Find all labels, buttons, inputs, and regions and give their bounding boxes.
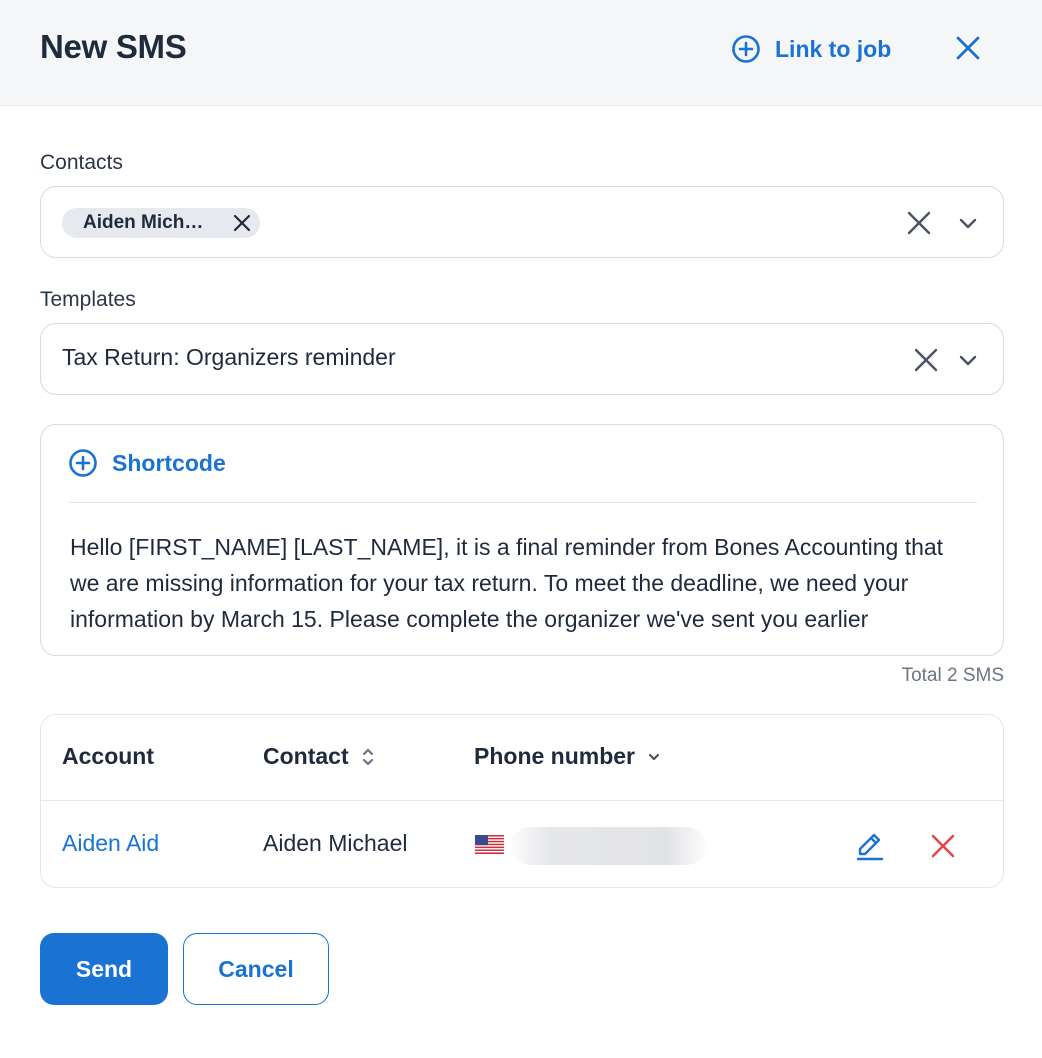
account-link[interactable]: Aiden Aid: [62, 830, 159, 857]
link-to-job-label: Link to job: [775, 35, 892, 62]
page-title: New SMS: [40, 28, 187, 65]
templates-label: Templates: [40, 288, 136, 311]
column-header-phone[interactable]: Phone number: [474, 743, 661, 770]
sort-icon[interactable]: [361, 746, 375, 768]
recipients-table: Account Contact Phone number Aiden Aid A…: [40, 714, 1004, 888]
templates-select[interactable]: Tax Return: Organizers reminder: [40, 323, 1004, 395]
edit-icon[interactable]: [854, 830, 886, 862]
clear-icon[interactable]: [906, 210, 932, 236]
link-to-job-button[interactable]: Link to job: [731, 32, 891, 66]
plus-circle-icon: [69, 449, 97, 477]
plus-circle-icon: [732, 35, 760, 63]
table-header: Account Contact Phone number: [41, 715, 1003, 801]
contact-chip: Aiden Mich…: [62, 208, 260, 238]
column-header-label: Phone number: [474, 743, 636, 769]
message-textarea[interactable]: Hello [FIRST_NAME] [LAST_NAME], it is a …: [70, 529, 970, 637]
column-header-label: Contact: [263, 743, 349, 769]
message-editor[interactable]: Shortcode Hello [FIRST_NAME] [LAST_NAME]…: [40, 424, 1004, 656]
chip-remove-icon[interactable]: [232, 213, 252, 233]
cancel-button[interactable]: Cancel: [183, 933, 329, 1005]
clear-icon[interactable]: [913, 347, 939, 373]
column-header-label: Account: [62, 743, 154, 769]
remove-icon[interactable]: [929, 832, 957, 860]
chevron-down-icon[interactable]: [957, 349, 979, 371]
column-header-contact[interactable]: Contact: [263, 743, 375, 770]
contact-chip-label: Aiden Mich…: [83, 212, 204, 233]
divider: [68, 502, 977, 503]
send-button[interactable]: Send: [40, 933, 168, 1005]
contacts-label: Contacts: [40, 151, 123, 174]
chevron-down-icon[interactable]: [957, 212, 979, 234]
shortcode-label: Shortcode: [112, 449, 226, 476]
modal-header: New SMS Link to job: [0, 0, 1042, 106]
us-flag-icon: [475, 835, 504, 854]
contact-name: Aiden Michael: [263, 830, 408, 856]
sms-total-count: Total 2 SMS: [901, 665, 1004, 686]
phone-number-redacted: [511, 827, 706, 865]
column-header-account: Account: [62, 743, 154, 770]
caret-down-icon[interactable]: [647, 750, 661, 764]
close-icon[interactable]: [953, 33, 983, 63]
template-selected-value: Tax Return: Organizers reminder: [62, 344, 396, 370]
shortcode-button[interactable]: Shortcode: [68, 447, 226, 479]
contacts-select[interactable]: Aiden Mich…: [40, 186, 1004, 258]
